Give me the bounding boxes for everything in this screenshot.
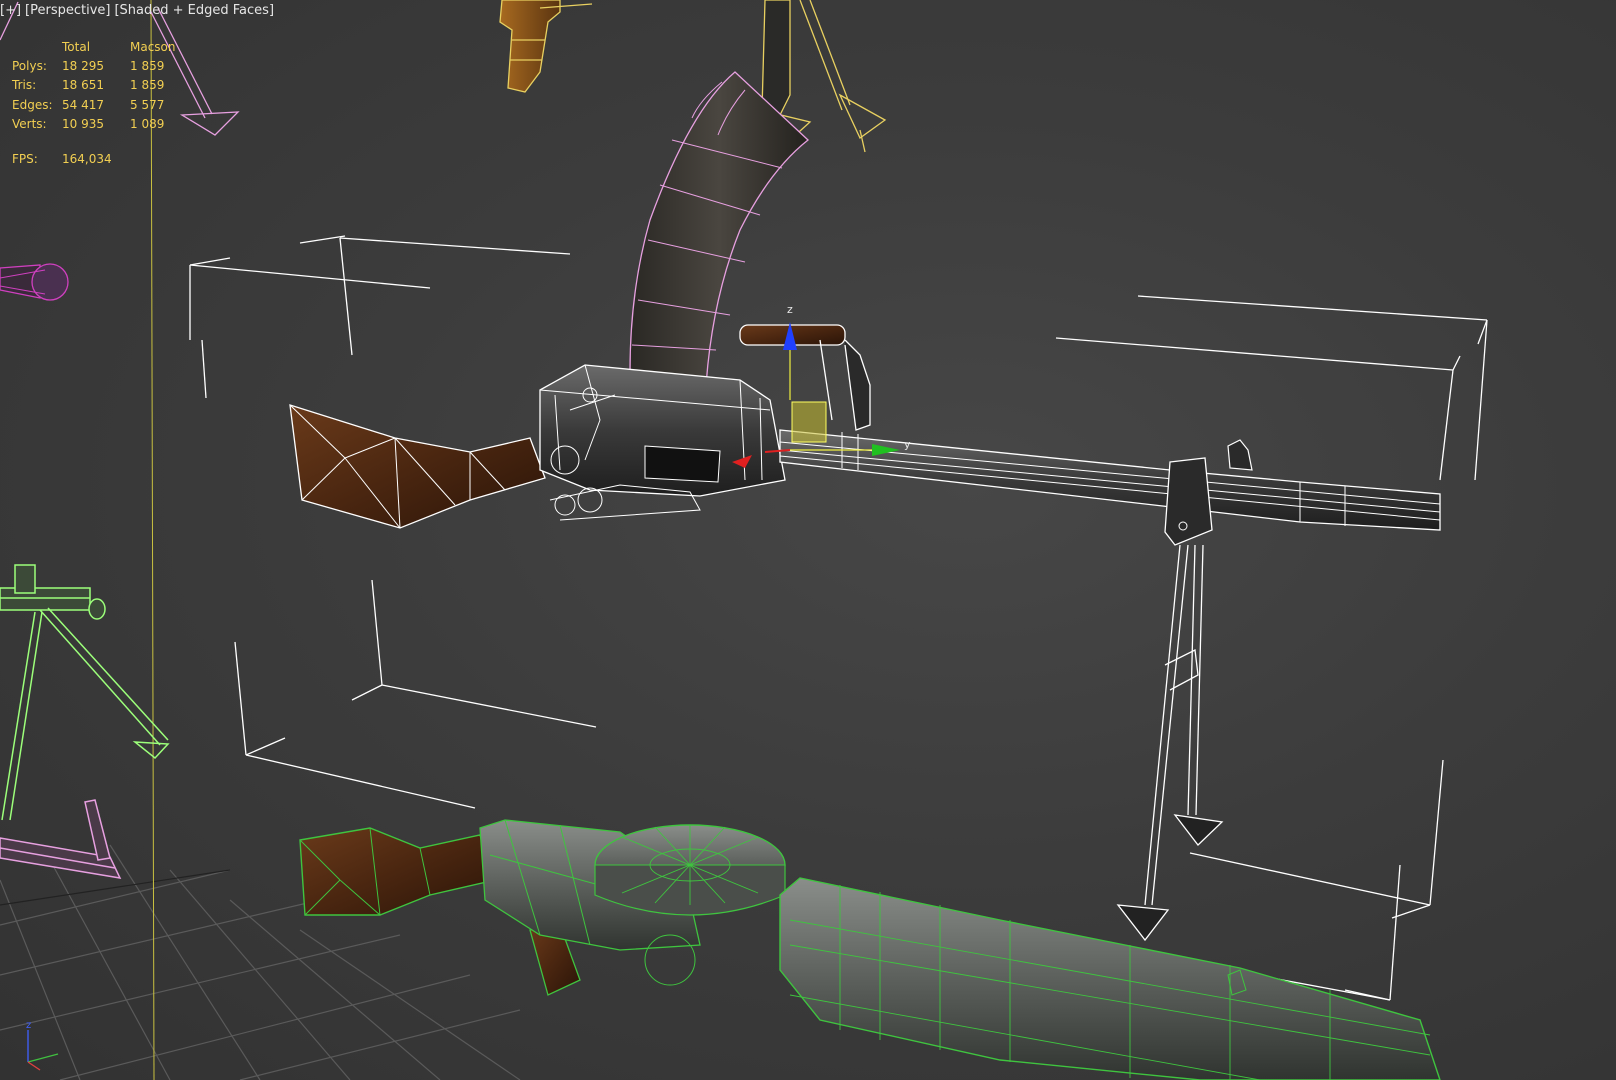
stats-total: 54 417 (62, 97, 104, 112)
stats-header-blank (12, 38, 62, 56)
scene-canvas[interactable]: z (0, 0, 1616, 1080)
stats-row-verts: Verts: 10 935 1 089 (12, 115, 190, 135)
stats-label: Tris: (12, 78, 37, 93)
selection-bounding-box-right (1039, 295, 1488, 1001)
scene-statistics-overlay: Total Macson Polys: 18 295 1 859 Tris: 1… (12, 38, 190, 166)
fps-readout: FPS: 164,034 (12, 152, 190, 166)
stats-selected: 5 577 (130, 97, 165, 112)
viewport-menu-general[interactable]: [+] (0, 3, 21, 21)
stats-row-polys: Polys: 18 295 1 859 (12, 56, 190, 76)
stats-selected: 1 859 (130, 78, 165, 93)
pink-wire-bipod-bottom-left (0, 799, 122, 879)
view-axis-tripod: z (26, 1020, 59, 1071)
stats-row-edges: Edges: 54 417 5 577 (12, 95, 190, 115)
stats-row-tris: Tris: 18 651 1 859 (12, 76, 190, 96)
stats-label: Edges: (12, 97, 53, 112)
gizmo-axis-z-label: z (787, 303, 793, 316)
stats-total: 10 935 (62, 117, 104, 132)
stats-label: Polys: (12, 58, 47, 73)
viewport-menu-shading[interactable]: [Shaded + Edged Faces] (114, 3, 274, 21)
stats-header-row: Total Macson (12, 38, 190, 56)
stats-selected: 1 089 (130, 117, 165, 132)
lewis-gun-green-wire (299, 819, 1441, 1080)
fps-value: 164,034 (62, 152, 112, 166)
stats-selected: 1 859 (130, 58, 165, 73)
stats-label: Verts: (12, 117, 47, 132)
viewport-menu-point-of-view[interactable]: [Perspective] (25, 3, 110, 21)
lime-wire-bipod-left (0, 564, 170, 821)
stats-header-total: Total (62, 40, 91, 54)
viewport-label-menu[interactable]: [+] [Perspective] [Shaded + Edged Faces] (0, 3, 274, 21)
gizmo-axis-y-label: y (904, 438, 911, 451)
magenta-wire-object-left (0, 263, 69, 301)
stats-header-selected: Macson (130, 40, 176, 54)
viewport-perspective[interactable]: z z y [+] [Perspective] [Shaded + Edged … (0, 0, 1616, 1080)
stats-total: 18 295 (62, 58, 104, 73)
svg-text:z: z (26, 1020, 31, 1031)
fps-label: FPS: (12, 152, 38, 166)
stats-total: 18 651 (62, 78, 104, 93)
stats-table: Total Macson Polys: 18 295 1 859 Tris: 1… (12, 38, 190, 134)
